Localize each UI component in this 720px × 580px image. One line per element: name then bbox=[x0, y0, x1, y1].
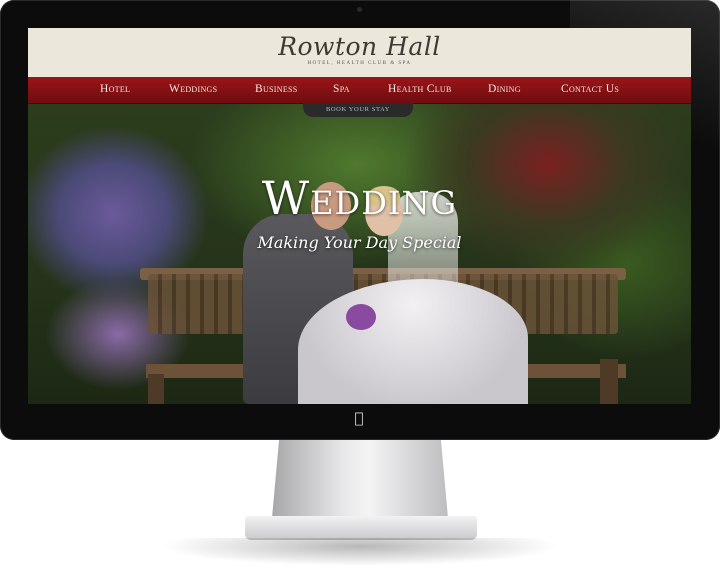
nav-item-business[interactable]: Business bbox=[255, 83, 298, 95]
bouquet bbox=[346, 304, 376, 330]
nav-item-health-club[interactable]: Health Club bbox=[388, 83, 452, 95]
monitor-stand-base bbox=[245, 516, 477, 540]
site-logo[interactable]: Rowton Hall bbox=[28, 32, 691, 61]
stand-shadow bbox=[160, 538, 560, 566]
nav-item-dining[interactable]: Dining bbox=[488, 83, 521, 95]
bench-leg bbox=[600, 359, 618, 404]
hero-banner bbox=[28, 104, 691, 404]
book-your-stay-button[interactable]: Book your stay bbox=[303, 103, 413, 117]
bench-leg bbox=[148, 374, 164, 404]
hero-title: Wedding bbox=[261, 171, 458, 225]
apple-logo-icon:  bbox=[352, 410, 366, 426]
nav-item-hotel[interactable]: Hotel bbox=[100, 83, 130, 95]
monitor-stand bbox=[272, 440, 448, 518]
site-tagline: Hotel, Health Club & Spa bbox=[307, 61, 412, 66]
nav-item-contact-us[interactable]: Contact Us bbox=[561, 83, 619, 95]
main-nav: Hotel Weddings Business Spa Health Club … bbox=[28, 77, 691, 104]
nav-item-spa[interactable]: Spa bbox=[333, 83, 350, 95]
hero-subtitle: Making Your Day Special bbox=[257, 233, 462, 252]
nav-item-weddings[interactable]: Weddings bbox=[169, 83, 217, 95]
screen: Rowton Hall Hotel, Health Club & Spa Hot… bbox=[28, 28, 691, 404]
monitor-bezel: Rowton Hall Hotel, Health Club & Spa Hot… bbox=[0, 0, 720, 440]
site-header: Rowton Hall Hotel, Health Club & Spa bbox=[28, 28, 691, 77]
camera-icon bbox=[357, 7, 362, 12]
